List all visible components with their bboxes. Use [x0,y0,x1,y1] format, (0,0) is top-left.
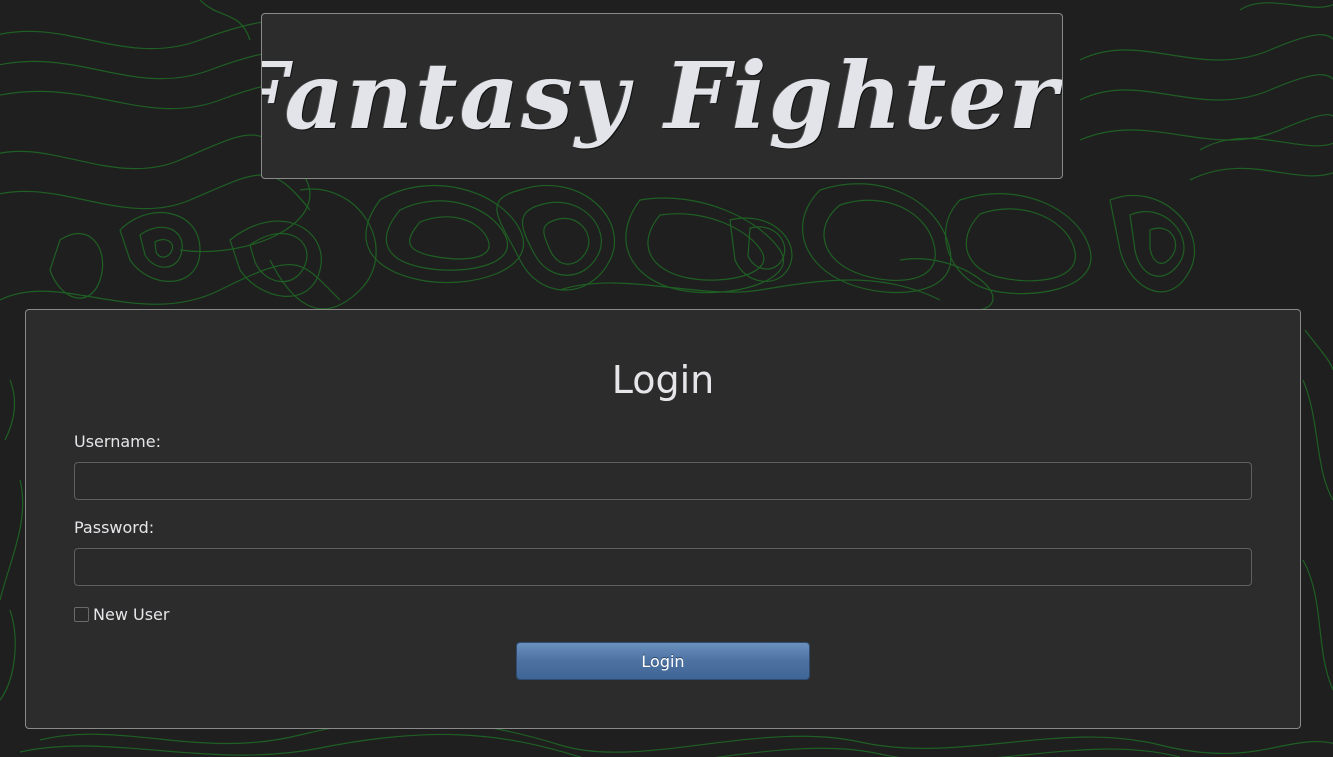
new-user-label[interactable]: New User [93,605,169,624]
app-title: Fantasy Fighter! [261,42,1063,150]
login-heading: Login [611,358,715,402]
username-label: Username: [74,432,161,451]
new-user-checkbox[interactable] [74,607,89,622]
new-user-option: New User [74,605,169,624]
password-label: Password: [74,518,155,537]
username-input[interactable] [74,462,1252,500]
title-banner: Fantasy Fighter! [261,13,1063,179]
password-input[interactable] [74,548,1252,586]
login-panel: Login Username: Password: New User Login [25,309,1301,729]
login-button[interactable]: Login [516,642,810,680]
